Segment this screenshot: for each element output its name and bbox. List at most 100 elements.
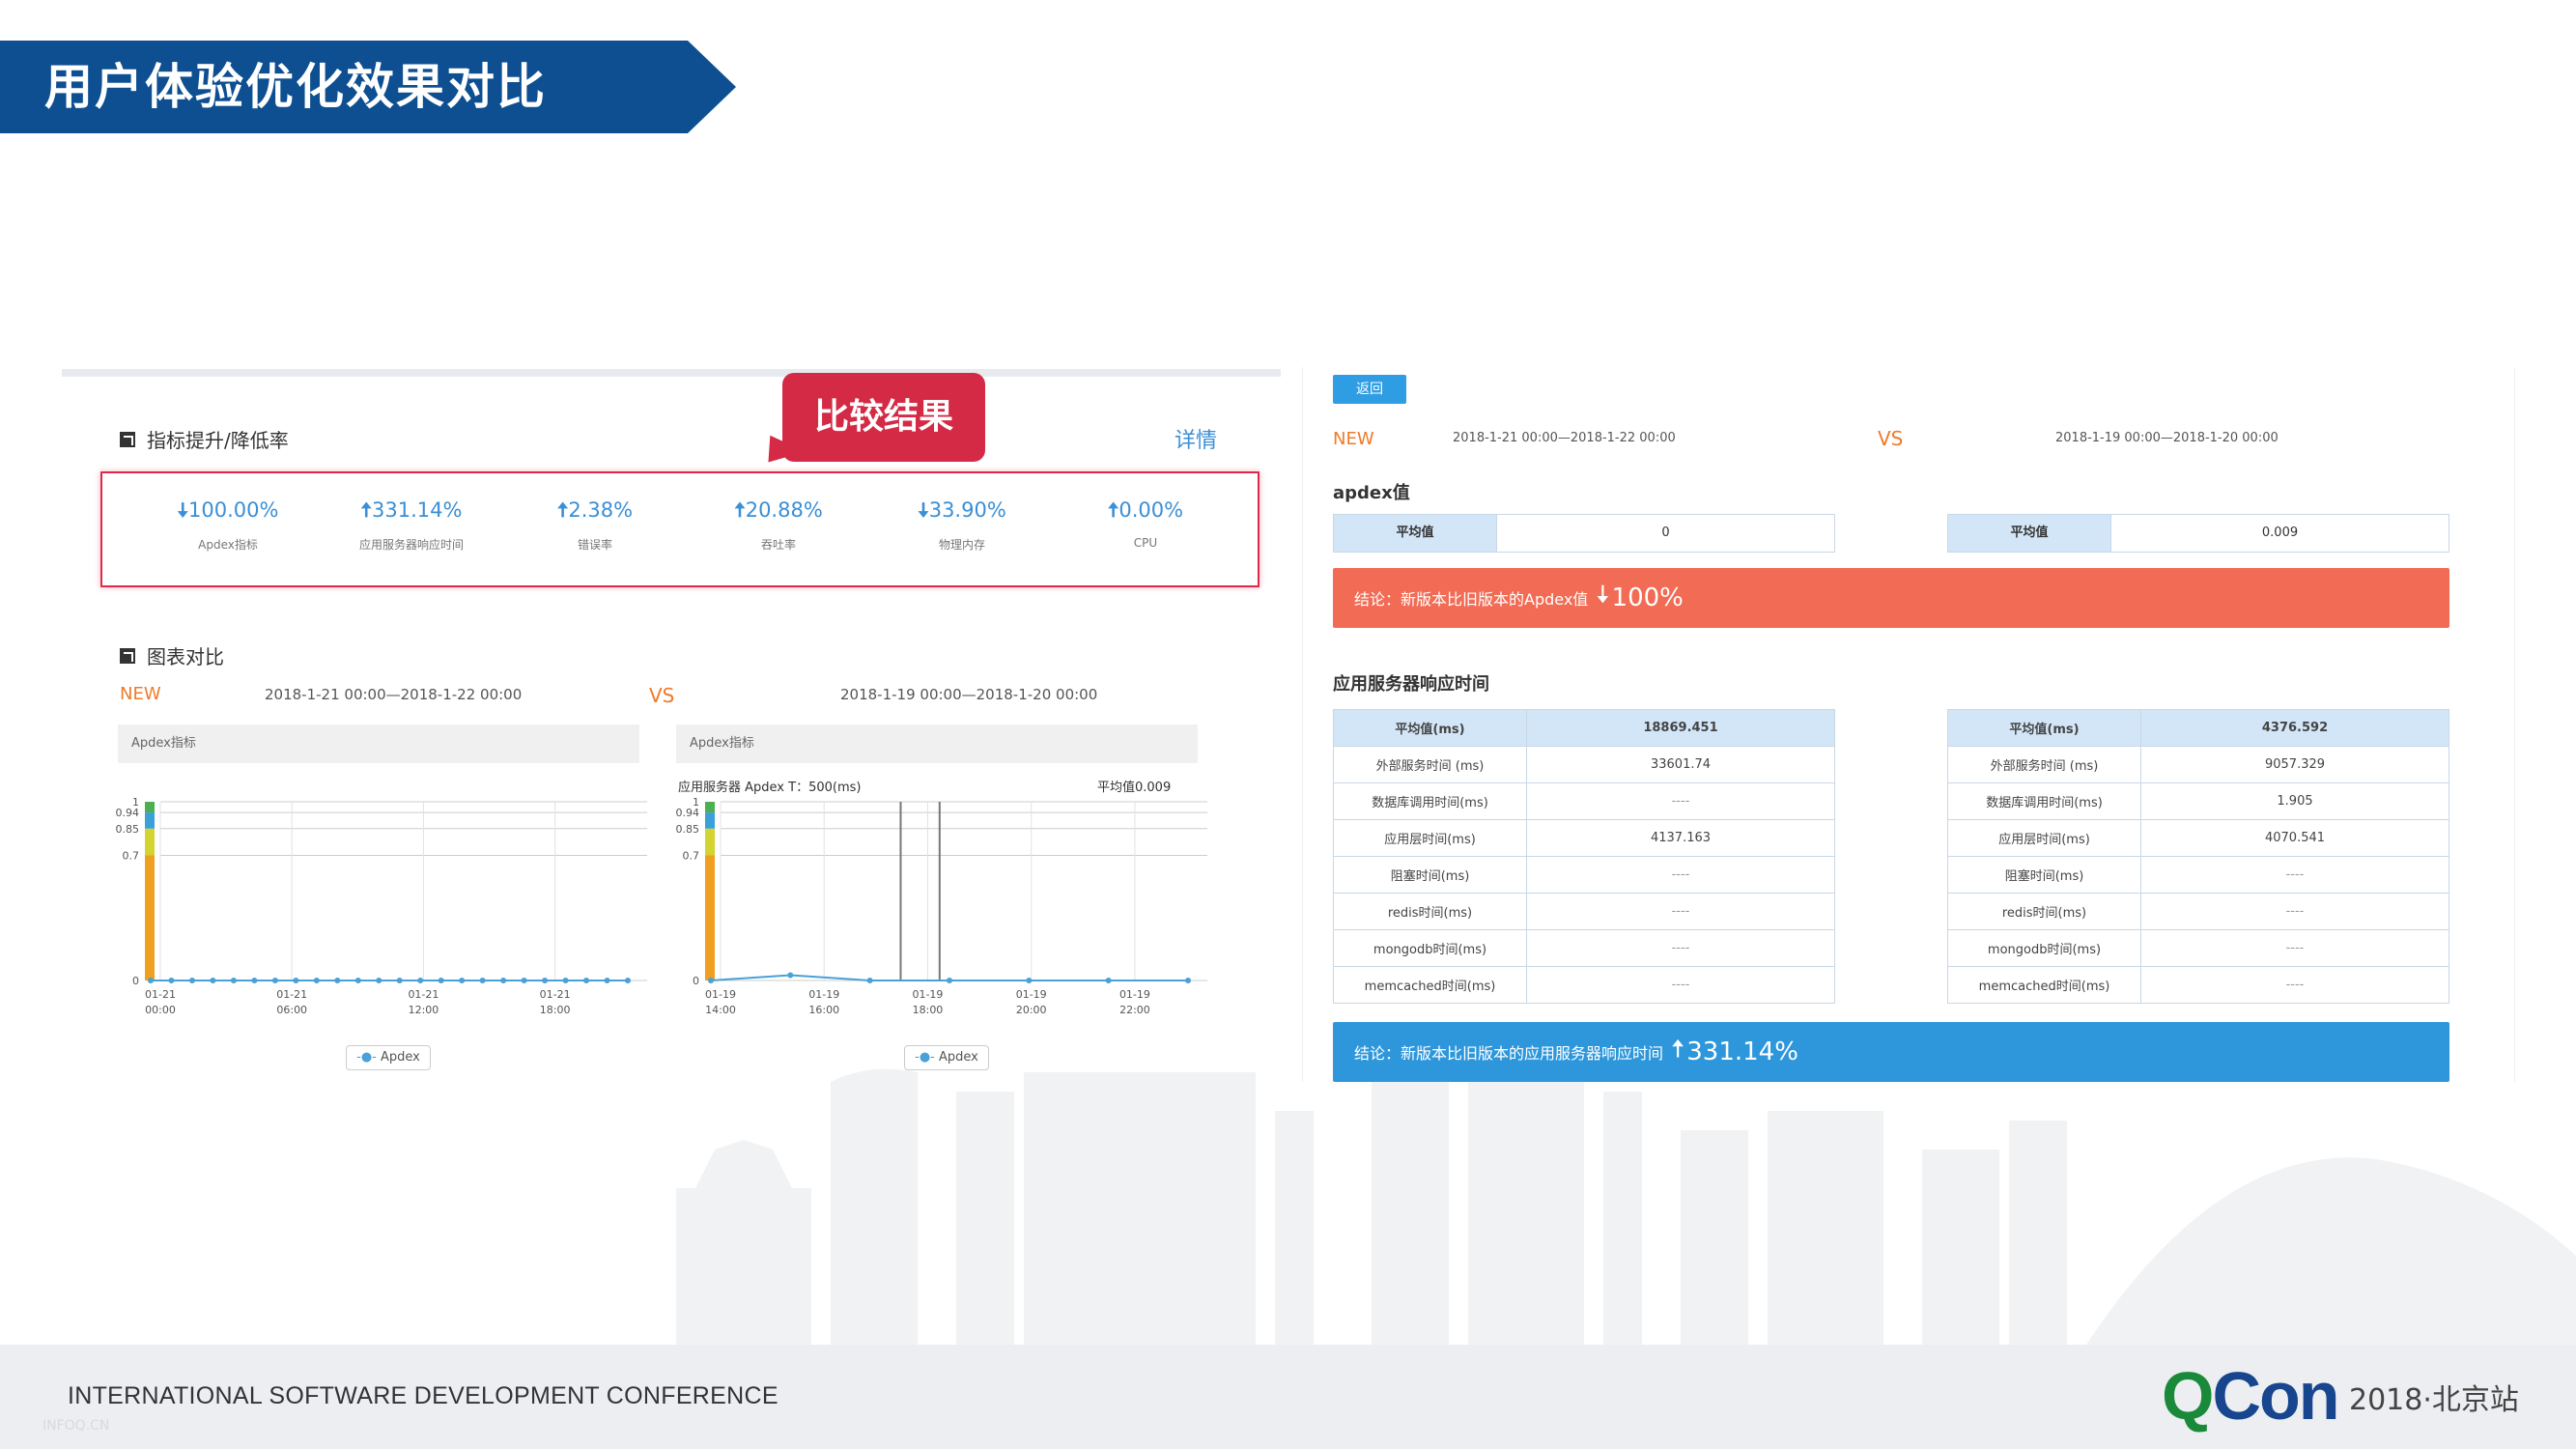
x-tick-label: 06:00 xyxy=(276,1004,307,1016)
metric-error-rate: 🠅2.38% 错误率 xyxy=(518,497,672,553)
x-tick-label: 01-19 xyxy=(1119,988,1150,1001)
chart2-legend[interactable]: -●- Apdex xyxy=(904,1045,989,1070)
metric-throughput: 🠅20.88% 吞吐率 xyxy=(701,497,856,553)
compare-section-title: 图表对比 xyxy=(147,645,224,668)
row-label: 外部服务时间 (ms) xyxy=(1947,746,2141,783)
y-tick-label: 1 xyxy=(693,796,699,809)
right-vs-tag: VS xyxy=(1878,427,1904,450)
x-tick-label: 14:00 xyxy=(705,1004,736,1016)
y-tick-label: 1 xyxy=(132,796,139,809)
y-tick-label: 0 xyxy=(132,975,139,987)
legend-line-icon: -●- xyxy=(915,1050,935,1065)
data-point xyxy=(188,978,195,983)
chart1-legend[interactable]: -●- Apdex xyxy=(346,1045,431,1070)
apdex-band xyxy=(145,828,155,856)
data-point xyxy=(500,978,507,983)
y-tick-label: 0.7 xyxy=(683,850,700,863)
row-value: ---- xyxy=(2140,893,2449,930)
y-tick-label: 0 xyxy=(693,975,699,987)
data-point xyxy=(271,978,278,983)
x-tick-label: 22:00 xyxy=(1119,1004,1150,1016)
apdex-chart-new: 0 0.7 0.85 0.941 01-21 00:00 01-21 06:00 01-21 12… xyxy=(116,796,647,1016)
x-tick-label: 12:00 xyxy=(409,1004,439,1016)
conclusion-value: 331.14% xyxy=(1686,1037,1798,1066)
data-point xyxy=(562,978,569,983)
legend-label: Apdex xyxy=(381,1050,420,1065)
chart1-header: Apdex指标 xyxy=(118,724,639,763)
data-point xyxy=(1105,978,1112,983)
y-tick-label: 0.85 xyxy=(676,823,700,836)
apdex-conclusion: 结论：新版本比旧版本的Apdex值 🠇 100% xyxy=(1333,568,2449,628)
conference-name: INTERNATIONAL SOFTWARE DEVELOPMENT CONFE… xyxy=(68,1382,778,1409)
row-label: 阻塞时间(ms) xyxy=(1333,856,1527,894)
x-tick-label: 01-19 xyxy=(705,988,736,1001)
x-tick-label: 00:00 xyxy=(145,1004,176,1016)
head-value: 4376.592 xyxy=(2140,709,2449,747)
footer-site: INFOQ.CN xyxy=(42,1418,110,1434)
x-tick-label: 18:00 xyxy=(540,1004,571,1016)
metrics-section-title: 指标提升/降低率 xyxy=(147,429,289,452)
data-point xyxy=(230,978,237,983)
row-label: 应用层时间(ms) xyxy=(1333,819,1527,857)
arrow-up-icon: 🠅 xyxy=(734,498,746,522)
avg-value: 0 xyxy=(1496,515,1834,552)
row-label: memcached时间(ms) xyxy=(1947,966,2141,1004)
avg-value: 0.009 xyxy=(2110,515,2449,552)
data-point xyxy=(866,978,873,983)
row-label: redis时间(ms) xyxy=(1947,893,2141,930)
row-label: memcached时间(ms) xyxy=(1333,966,1527,1004)
apdex-section-title: apdex值 xyxy=(1333,483,1410,503)
data-point xyxy=(708,978,714,983)
response-table-new: 平均值(ms) 18869.451 外部服务时间 (ms) 33601.74 数据库… xyxy=(1333,709,1835,1004)
data-point xyxy=(417,978,424,983)
metric-value: 100.00% xyxy=(188,498,279,522)
title-banner: 用户体验优化效果对比 xyxy=(0,41,736,133)
x-tick-label: 01-21 xyxy=(540,988,571,1001)
avg-label: 平均值 xyxy=(1948,515,2110,552)
apdex-band xyxy=(705,855,715,980)
head-label: 平均值(ms) xyxy=(1947,709,2141,747)
conclusion-value: 100% xyxy=(1611,583,1684,612)
x-tick-label: 01-21 xyxy=(276,988,307,1001)
row-label: mongodb时间(ms) xyxy=(1333,929,1527,967)
data-point xyxy=(625,978,631,983)
data-point xyxy=(459,978,466,983)
arrow-up-icon: 🠅 xyxy=(1107,498,1119,522)
y-tick-label: 0.85 xyxy=(116,823,140,836)
metric-value: 20.88% xyxy=(745,498,823,522)
metric-value: 33.90% xyxy=(928,498,1006,522)
slide-title: 用户体验优化效果对比 xyxy=(44,59,547,115)
data-point xyxy=(583,978,590,983)
data-point xyxy=(168,978,175,983)
row-value: ---- xyxy=(1526,782,1835,820)
data-point xyxy=(210,978,216,983)
metric-value: 2.38% xyxy=(568,498,634,522)
apdex-band xyxy=(145,855,155,980)
row-value: ---- xyxy=(2140,856,2449,894)
metric-value: 0.00% xyxy=(1118,498,1184,522)
row-value: ---- xyxy=(1526,893,1835,930)
row-label: 阻塞时间(ms) xyxy=(1947,856,2141,894)
back-button[interactable]: 返回 xyxy=(1333,375,1406,404)
row-label: 应用层时间(ms) xyxy=(1947,819,2141,857)
details-link[interactable]: 详情 xyxy=(1175,423,1217,454)
metric-cpu: 🠅0.00% CPU xyxy=(1068,497,1223,550)
right-new-tag: NEW xyxy=(1333,429,1374,449)
apdex-band xyxy=(705,812,715,829)
arrow-down-icon: 🠇 xyxy=(177,498,189,522)
row-value: 4070.541 xyxy=(2140,819,2449,857)
logo-con: Con xyxy=(2212,1358,2339,1434)
data-point xyxy=(334,978,341,983)
apdex-new-avg: 平均值 0 xyxy=(1333,514,1835,553)
x-tick-label: 01-19 xyxy=(808,988,839,1001)
apdex-band xyxy=(145,812,155,829)
new-tag: NEW xyxy=(120,684,161,704)
y-tick-label: 0.94 xyxy=(676,807,700,819)
x-tick-label: 16:00 xyxy=(808,1004,839,1016)
head-value: 18869.451 xyxy=(1526,709,1835,747)
row-value: ---- xyxy=(1526,966,1835,1004)
metric-app-server-response: 🠅331.14% 应用服务器响应时间 xyxy=(334,497,489,553)
metric-label: CPU xyxy=(1133,536,1158,550)
x-tick-label: 01-19 xyxy=(912,988,943,1001)
avg-label: 平均值 xyxy=(1334,515,1496,552)
